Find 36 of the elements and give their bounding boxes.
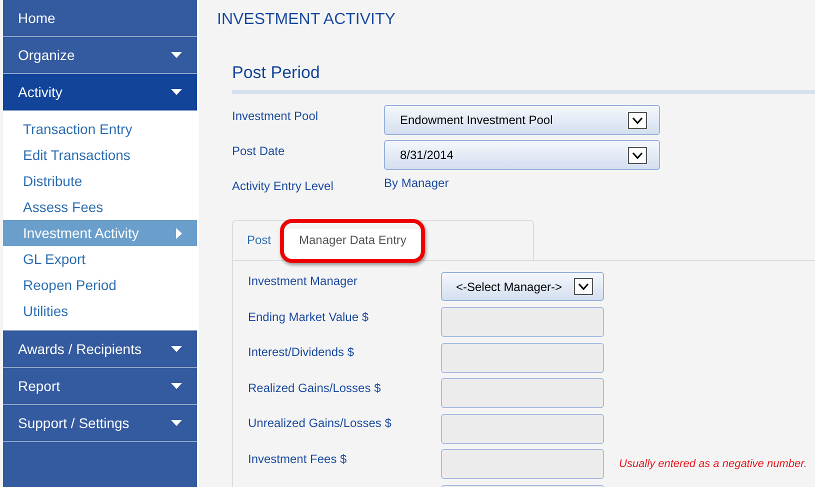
field-label: Investment Manager: [248, 274, 358, 288]
field-value: By Manager: [384, 175, 449, 190]
nav-item[interactable]: Activity: [3, 74, 197, 111]
field-label: Unrealized Gains/Losses $: [248, 416, 392, 430]
field-label: Realized Gains/Losses $: [248, 380, 381, 394]
nav-subitem[interactable]: Reopen Period: [3, 272, 197, 298]
caret-down-icon: [171, 52, 182, 58]
nav-subitem[interactable]: Edit Transactions: [3, 142, 197, 168]
caret-down-icon: [171, 420, 182, 426]
nav-item[interactable]: Awards / Recipients: [3, 331, 197, 368]
nav-item[interactable]: Home: [3, 0, 197, 37]
nav-item[interactable]: Report: [3, 368, 197, 405]
field-label: Investment Pool: [232, 108, 320, 123]
caret-right-icon: [176, 228, 182, 238]
nav-subitem[interactable]: GL Export: [3, 246, 197, 272]
nav-item[interactable]: Support / Settings: [3, 405, 197, 442]
field-label: Interest/Dividends $: [248, 345, 354, 359]
nav-subitem[interactable]: Distribute: [3, 168, 197, 194]
field-label: Activity Entry Level: [232, 178, 334, 193]
section-title: Post Period: [232, 63, 321, 83]
page-title: INVESTMENT ACTIVITY: [217, 11, 396, 29]
caret-down-icon: [171, 346, 182, 352]
nav-subitem[interactable]: Transaction Entry: [3, 116, 197, 142]
field-label: Investment Fees $: [248, 452, 347, 466]
field-label: Ending Market Value $: [248, 310, 369, 324]
tab[interactable]: Manager Data Entry: [285, 229, 420, 260]
field-label: Post Date: [232, 143, 286, 158]
nav-subitem[interactable]: Assess Fees: [3, 194, 197, 220]
tab[interactable]: Post: [233, 221, 286, 260]
caret-down-icon: [171, 383, 182, 389]
dropdown[interactable]: <-Select Manager->: [441, 272, 604, 302]
dropdown[interactable]: Endowment Investment Pool: [384, 105, 660, 135]
nav-subitem[interactable]: Utilities: [3, 298, 197, 324]
caret-down-icon: [171, 89, 182, 95]
hint-text: Usually entered as a negative number.: [619, 458, 807, 470]
dropdown[interactable]: 8/31/2014: [384, 140, 660, 170]
